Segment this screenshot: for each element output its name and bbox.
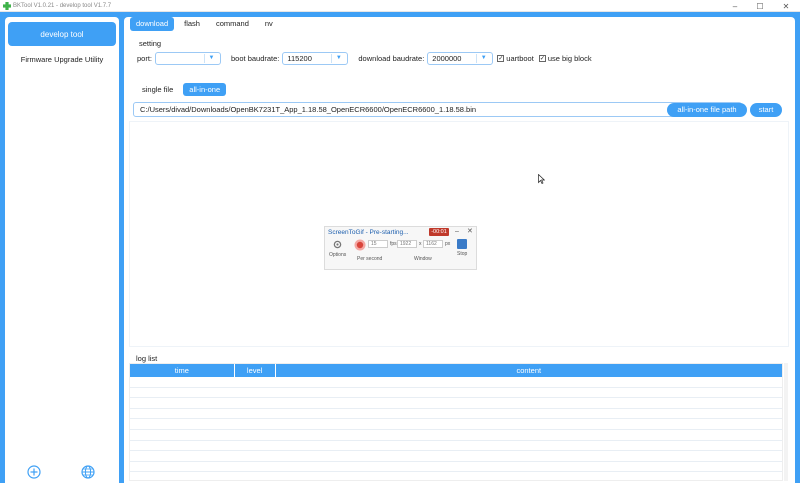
globe-icon[interactable] <box>77 461 99 483</box>
screentogif-minimize-button[interactable]: – <box>455 228 459 236</box>
tab-download[interactable]: download <box>130 17 175 31</box>
sidebar-item-develop-tool[interactable]: develop tool <box>8 22 116 46</box>
boot-baudrate-select[interactable]: 115200 ▼ <box>282 51 349 65</box>
log-list-title: log list <box>136 354 158 363</box>
port-select[interactable]: ▼ <box>155 51 222 65</box>
column-header-time[interactable]: time <box>130 364 235 377</box>
mouse-cursor-icon <box>538 174 545 184</box>
table-row[interactable] <box>130 409 782 420</box>
times-label: x <box>419 241 422 247</box>
setting-title: setting <box>139 39 162 48</box>
fps-input[interactable]: 15 <box>368 240 388 248</box>
width-input[interactable]: 1922 <box>397 240 417 248</box>
options-label: Options <box>329 252 347 258</box>
window-title: BKTool V1.0.21 - develop tool V1.7.7 <box>13 3 112 9</box>
window-titlebar: BKTool V1.0.21 - develop tool V1.7.7 – ☐… <box>0 0 800 12</box>
column-header-content[interactable]: content <box>276 364 782 377</box>
record-icon[interactable] <box>354 239 366 251</box>
table-row[interactable] <box>130 419 782 430</box>
fps-label: fps <box>390 241 397 247</box>
table-row[interactable] <box>130 388 782 399</box>
screentogif-widget: ScreenToGif - Pre-starting... -00:01 – ✕… <box>324 226 477 270</box>
tab-command[interactable]: command <box>210 17 255 31</box>
table-row[interactable] <box>130 451 782 462</box>
subtab-single-file[interactable]: single file <box>136 83 179 96</box>
uartboot-label: uartboot <box>506 53 534 63</box>
log-rows <box>130 377 782 480</box>
recording-timer: -00:01 <box>429 228 449 236</box>
download-baudrate-select[interactable]: 2000000 ▼ <box>427 51 494 65</box>
table-row[interactable] <box>130 377 782 388</box>
px-label: px <box>445 241 451 247</box>
file-path-input[interactable]: C:/Users/divad/Downloads/OpenBK7231T_App… <box>133 102 742 117</box>
use-big-block-checkbox[interactable]: ✓ <box>538 54 546 62</box>
use-big-block-label: use big block <box>547 53 592 63</box>
sidebar: develop tool Firmware Upgrade Utility <box>5 17 119 483</box>
screentogif-title: ScreenToGif - Pre-starting... <box>328 229 409 236</box>
minimize-button[interactable]: – <box>723 0 747 12</box>
table-row[interactable] <box>130 430 782 441</box>
log-scrollbar[interactable] <box>784 363 788 481</box>
screentogif-close-button[interactable]: ✕ <box>467 228 473 236</box>
chevron-down-icon[interactable]: ▼ <box>331 53 345 63</box>
chevron-down-icon[interactable]: ▼ <box>204 53 218 63</box>
app-icon <box>3 2 11 10</box>
add-circle-icon[interactable] <box>23 461 45 483</box>
boot-baudrate-value: 115200 <box>287 53 312 63</box>
stop-label: Stop <box>457 251 468 257</box>
chevron-down-icon[interactable]: ▼ <box>476 53 490 63</box>
table-row[interactable] <box>130 462 782 473</box>
uartboot-checkbox[interactable]: ✓ <box>497 54 505 62</box>
tab-nv[interactable]: nv <box>259 17 279 31</box>
all-in-one-file-path-button[interactable]: all-in-one file path <box>667 103 747 117</box>
main-panel: download flash command nv setting port: … <box>124 17 795 483</box>
stop-icon[interactable] <box>457 239 467 249</box>
download-baudrate-label: download baudrate: <box>358 53 425 63</box>
main-tabs: download flash command nv <box>130 17 283 31</box>
table-row[interactable] <box>130 398 782 409</box>
tab-flash[interactable]: flash <box>178 17 206 31</box>
log-table: time level content <box>129 363 783 481</box>
log-table-header: time level content <box>130 364 782 377</box>
per-second-option[interactable]: Per second <box>357 256 382 262</box>
setting-row: port: ▼ boot baudrate: 115200 ▼ download… <box>137 51 595 65</box>
boot-baudrate-label: boot baudrate: <box>231 53 280 63</box>
subtab-all-in-one[interactable]: all-in-one <box>183 83 227 96</box>
height-input[interactable]: 1162 <box>423 240 443 248</box>
port-label: port: <box>137 53 153 63</box>
start-button[interactable]: start <box>750 103 782 117</box>
maximize-button[interactable]: ☐ <box>748 0 772 12</box>
table-row[interactable] <box>130 441 782 452</box>
download-subtabs: single file all-in-one <box>136 83 230 96</box>
app-frame: develop tool Firmware Upgrade Utility do… <box>0 12 800 483</box>
options-icon[interactable] <box>333 240 342 249</box>
download-baudrate-value: 2000000 <box>432 53 462 63</box>
window-option[interactable]: Window <box>414 256 432 262</box>
sidebar-item-firmware-upgrade[interactable]: Firmware Upgrade Utility <box>8 50 116 68</box>
column-header-level[interactable]: level <box>235 364 276 377</box>
close-button[interactable]: ✕ <box>774 0 798 12</box>
table-row[interactable] <box>130 472 782 480</box>
